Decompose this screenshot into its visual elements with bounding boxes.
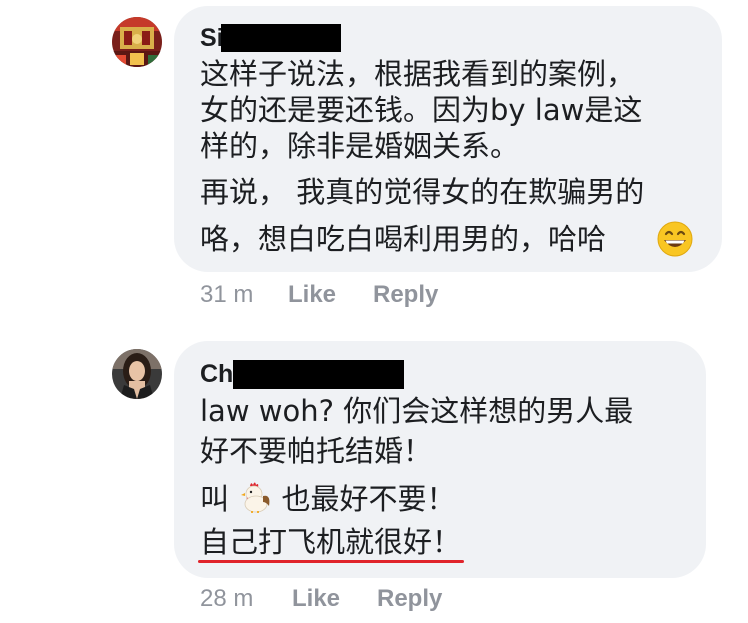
comment-text-line: 咯，想白吃白喝利用男的，哈哈 bbox=[200, 222, 607, 256]
comment-text-line: 再说， 我真的觉得女的在欺骗男的 bbox=[200, 175, 645, 209]
comment-text-line: law woh? 你们会这样想的男人最 bbox=[200, 394, 634, 428]
comment-text-line: 女的还是要还钱。因为by law是这 bbox=[200, 93, 643, 127]
reply-button[interactable]: Reply bbox=[377, 584, 442, 614]
like-button[interactable]: Like bbox=[288, 280, 336, 310]
avatar[interactable] bbox=[112, 17, 162, 67]
like-button[interactable]: Like bbox=[292, 584, 340, 614]
comment-bubble: Si 这样子说法，根据我看到的案例， 女的还是要还钱。因为by law是这 样的… bbox=[174, 6, 722, 272]
grinning-face-icon bbox=[656, 220, 694, 262]
comment-timestamp: 31 m bbox=[200, 281, 254, 308]
redaction-bar bbox=[221, 24, 341, 52]
redaction-bar bbox=[233, 360, 404, 389]
comment-timestamp: 28 m bbox=[200, 585, 254, 612]
comment-meta: 31 m bbox=[200, 280, 253, 310]
comment-meta: 28 m bbox=[200, 584, 253, 614]
comment-text-line: 自己打飞机就很好！ bbox=[200, 525, 462, 559]
reply-button[interactable]: Reply bbox=[373, 280, 438, 310]
highlight-underline bbox=[198, 560, 464, 563]
comment-bubble: Ch law woh? 你们会这样想的男人最 好不要帕托结婚！ 叫 也最好不要！… bbox=[174, 341, 706, 578]
comment-text-line: 样的，除非是婚姻关系。 bbox=[200, 129, 520, 163]
comment-text-line: 这样子说法，根据我看到的案例， bbox=[200, 57, 636, 91]
comment-text-line: 叫 也最好不要！ bbox=[200, 480, 455, 522]
rooster-icon bbox=[238, 480, 272, 522]
comment-text-line: 好不要帕托结婚！ bbox=[200, 434, 433, 468]
avatar[interactable] bbox=[112, 349, 162, 399]
comment-author[interactable]: Ch bbox=[200, 359, 233, 389]
